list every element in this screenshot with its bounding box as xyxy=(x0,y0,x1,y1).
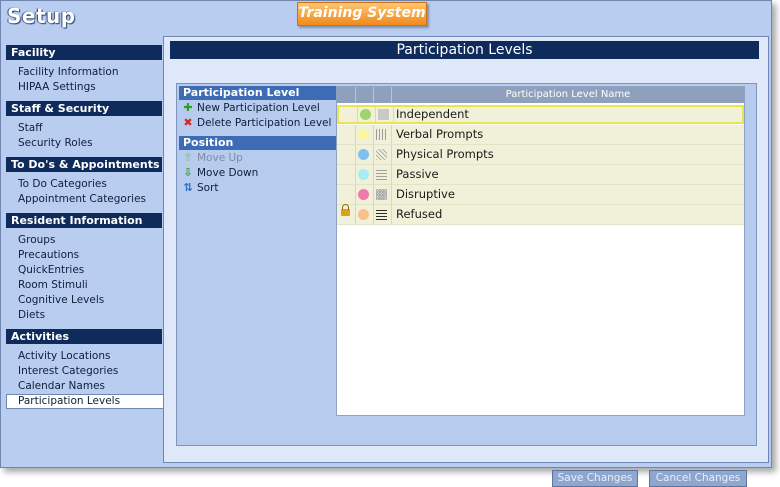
sidebar-item-interest-categories[interactable]: Interest Categories xyxy=(6,364,162,379)
pattern-swatch xyxy=(376,209,387,220)
sidebar-item-groups[interactable]: Groups xyxy=(6,233,162,248)
color-swatch xyxy=(358,169,369,180)
sidebar-section-todos-appointments: To Do's & Appointments xyxy=(6,157,162,172)
move-down-label: Move Down xyxy=(197,167,259,179)
grid-header: Participation Level Name xyxy=(337,87,744,103)
table-row[interactable]: Independent xyxy=(337,105,744,124)
sidebar: Facility Facility Information HIPAA Sett… xyxy=(6,45,174,409)
color-swatch xyxy=(358,129,369,140)
brand-logo: Training System xyxy=(297,2,427,26)
sidebar-item-diets[interactable]: Diets xyxy=(6,308,162,323)
sidebar-item-participation-levels[interactable]: Participation Levels xyxy=(6,394,174,409)
color-swatch xyxy=(360,109,371,120)
sidebar-item-quickentries[interactable]: QuickEntries xyxy=(6,263,162,278)
pattern-swatch xyxy=(376,189,387,200)
pattern-swatch xyxy=(376,129,387,140)
row-name: Passive xyxy=(396,167,439,181)
sidebar-section-activities: Activities xyxy=(6,329,162,344)
row-name: Verbal Prompts xyxy=(396,127,484,141)
color-swatch xyxy=(358,209,369,220)
sidebar-item-hipaa-settings[interactable]: HIPAA Settings xyxy=(6,80,162,95)
sidebar-section-facility: Facility xyxy=(6,45,162,60)
x-icon: ✖ xyxy=(183,116,193,129)
table-row[interactable]: Verbal Prompts xyxy=(337,125,744,145)
color-swatch xyxy=(358,189,369,200)
arrow-down-icon: ⇩ xyxy=(183,166,193,179)
table-row[interactable]: Refused xyxy=(337,204,744,225)
move-down-button[interactable]: ⇩ Move Down xyxy=(179,165,336,180)
position-header: Position xyxy=(179,136,336,150)
setup-window: Setup Training System Facility Facility … xyxy=(0,0,772,487)
sidebar-item-appointment-categories[interactable]: Appointment Categories xyxy=(6,192,162,207)
row-name: Physical Prompts xyxy=(396,147,494,161)
pattern-swatch xyxy=(376,149,387,160)
cancel-changes-button[interactable]: Cancel Changes xyxy=(649,470,747,487)
color-swatch xyxy=(358,149,369,160)
participation-level-header: Participation Level xyxy=(179,86,336,100)
plus-icon: ✚ xyxy=(183,101,193,114)
delete-participation-level-label: Delete Participation Level xyxy=(197,117,332,129)
sort-label: Sort xyxy=(197,182,219,194)
sidebar-item-room-stimuli[interactable]: Room Stimuli xyxy=(6,278,162,293)
participation-levels-grid: Participation Level Name Independent Ver… xyxy=(336,86,745,416)
pattern-swatch xyxy=(376,169,387,180)
move-up-button[interactable]: ⇧ Move Up xyxy=(179,150,336,165)
sidebar-item-todo-categories[interactable]: To Do Categories xyxy=(6,177,162,192)
sidebar-section-staff-security: Staff & Security xyxy=(6,101,162,116)
action-panel: Participation Level ✚ New Participation L… xyxy=(179,86,336,441)
sort-button[interactable]: ⇅ Sort xyxy=(179,180,336,195)
sidebar-item-staff[interactable]: Staff xyxy=(6,121,162,136)
table-row[interactable]: Disruptive xyxy=(337,185,744,205)
sort-icon: ⇅ xyxy=(183,181,193,194)
table-row[interactable]: Physical Prompts xyxy=(337,145,744,165)
sidebar-item-facility-information[interactable]: Facility Information xyxy=(6,65,162,80)
app-title: Setup xyxy=(7,4,76,28)
delete-participation-level-button[interactable]: ✖ Delete Participation Level xyxy=(179,115,336,130)
new-participation-level-label: New Participation Level xyxy=(197,102,320,114)
editor-panel: Participation Level ✚ New Participation L… xyxy=(176,83,757,487)
lock-icon xyxy=(341,204,350,216)
page-title: Participation Levels xyxy=(170,41,759,59)
sidebar-item-security-roles[interactable]: Security Roles xyxy=(6,136,162,151)
main-panel: Participation Levels Participation Level… xyxy=(163,36,769,487)
table-row[interactable]: Passive xyxy=(337,165,744,185)
pattern-swatch xyxy=(378,109,389,120)
sidebar-section-resident-information: Resident Information xyxy=(6,213,162,228)
column-header-name: Participation Level Name xyxy=(505,89,631,100)
sidebar-item-precautions[interactable]: Precautions xyxy=(6,248,162,263)
sidebar-item-activity-locations[interactable]: Activity Locations xyxy=(6,349,162,364)
sidebar-item-calendar-names[interactable]: Calendar Names xyxy=(6,379,162,394)
new-participation-level-button[interactable]: ✚ New Participation Level xyxy=(179,100,336,115)
arrow-up-icon: ⇧ xyxy=(183,151,193,164)
row-name: Refused xyxy=(396,207,443,221)
save-changes-button[interactable]: Save Changes xyxy=(552,470,638,487)
sidebar-item-cognitive-levels[interactable]: Cognitive Levels xyxy=(6,293,162,308)
row-name: Disruptive xyxy=(396,187,455,201)
row-name: Independent xyxy=(396,107,469,121)
move-up-label: Move Up xyxy=(197,152,243,164)
